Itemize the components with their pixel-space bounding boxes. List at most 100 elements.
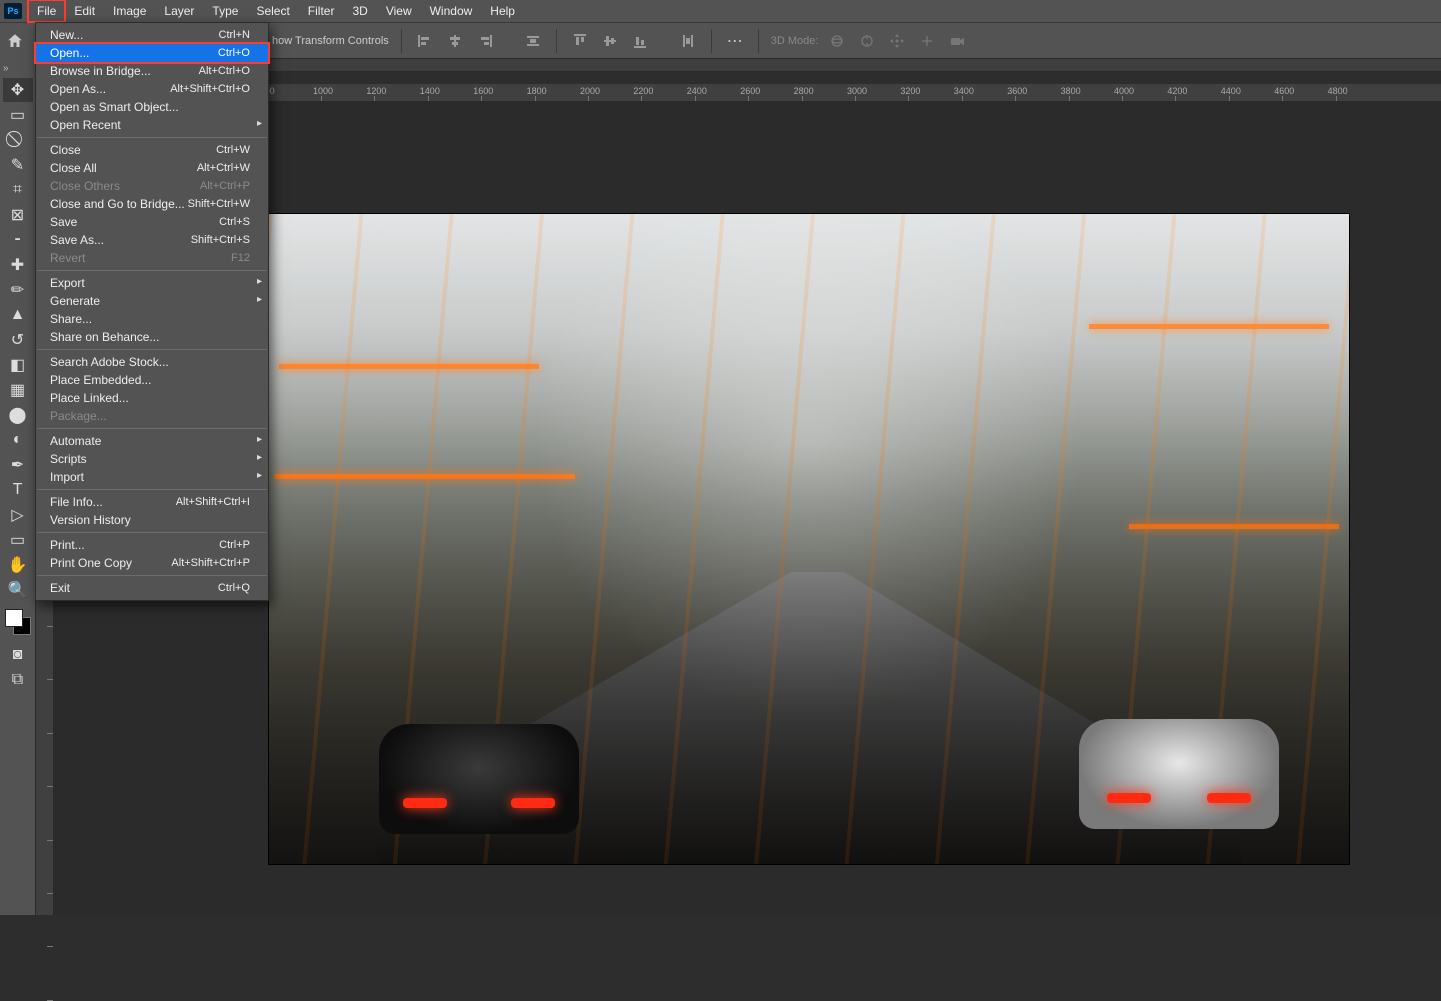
3d-orbit-icon[interactable] xyxy=(826,30,848,52)
type-tool[interactable]: T xyxy=(3,478,33,502)
menu-item-scripts[interactable]: Scripts▸ xyxy=(36,450,268,468)
menu-item-close[interactable]: CloseCtrl+W xyxy=(36,141,268,159)
menu-file[interactable]: File xyxy=(28,0,65,22)
menu-item-generate[interactable]: Generate▸ xyxy=(36,292,268,310)
menu-item-open-as-smart-object[interactable]: Open as Smart Object... xyxy=(36,98,268,116)
menu-item-print[interactable]: Print...Ctrl+P xyxy=(36,536,268,554)
shape-tool[interactable]: ▭ xyxy=(3,528,33,552)
stamp-tool[interactable]: ▲ xyxy=(3,303,33,327)
distribute-v-icon[interactable] xyxy=(677,30,699,52)
menu-item-import[interactable]: Import▸ xyxy=(36,468,268,486)
ruler-tick: 3400 xyxy=(954,86,974,96)
chevron-right-icon: ▸ xyxy=(257,118,262,129)
menu-item-open[interactable]: Open...Ctrl+O xyxy=(36,44,268,62)
menu-item-label: New... xyxy=(50,28,83,42)
quick-select-tool[interactable]: ✎ xyxy=(3,153,33,177)
path-select-tool[interactable]: ▷ xyxy=(3,503,33,527)
menu-item-exit[interactable]: ExitCtrl+Q xyxy=(36,579,268,597)
eyedropper-tool[interactable]: ⁃ xyxy=(3,228,33,252)
menu-filter[interactable]: Filter xyxy=(299,0,344,22)
home-icon[interactable] xyxy=(6,32,24,50)
menu-item-place-embedded[interactable]: Place Embedded... xyxy=(36,371,268,389)
distribute-icon[interactable] xyxy=(522,30,544,52)
menu-item-label: Package... xyxy=(50,409,107,423)
menu-item-open-recent[interactable]: Open Recent▸ xyxy=(36,116,268,134)
color-swatch[interactable] xyxy=(5,609,31,635)
menu-item-label: Import xyxy=(50,470,84,484)
menu-item-print-one-copy[interactable]: Print One CopyAlt+Shift+Ctrl+P xyxy=(36,554,268,572)
menu-shortcut: Alt+Shift+Ctrl+I xyxy=(176,496,250,508)
menu-item-export[interactable]: Export▸ xyxy=(36,274,268,292)
screenmode-tool[interactable]: ⧉ xyxy=(3,668,33,692)
dodge-tool[interactable]: ◐ xyxy=(3,428,33,452)
menu-item-save-as[interactable]: Save As...Shift+Ctrl+S xyxy=(36,231,268,249)
healing-tool[interactable]: ✚ xyxy=(3,253,33,277)
ruler-tick: 4800 xyxy=(1328,86,1348,96)
menu-window[interactable]: Window xyxy=(421,0,482,22)
chevron-right-icon: ▸ xyxy=(257,452,262,463)
menu-shortcut: Ctrl+O xyxy=(218,47,250,59)
file-dropdown-menu: New...Ctrl+NOpen...Ctrl+OBrowse in Bridg… xyxy=(35,22,269,601)
menu-item-save[interactable]: SaveCtrl+S xyxy=(36,213,268,231)
menu-3d[interactable]: 3D xyxy=(343,0,376,22)
gradient-tool[interactable]: ▦ xyxy=(3,378,33,402)
3d-slide-icon[interactable] xyxy=(916,30,938,52)
3d-roll-icon[interactable] xyxy=(856,30,878,52)
marquee-tool[interactable]: ▭ xyxy=(3,103,33,127)
menu-help[interactable]: Help xyxy=(481,0,524,22)
menu-item-search-adobe-stock[interactable]: Search Adobe Stock... xyxy=(36,353,268,371)
document-image[interactable] xyxy=(269,214,1349,864)
foreground-color[interactable] xyxy=(5,609,23,627)
3d-camera-icon[interactable] xyxy=(946,30,968,52)
hand-tool[interactable]: ✋ xyxy=(3,553,33,577)
crop-tool[interactable]: ⌗ xyxy=(3,178,33,202)
menu-shortcut: Shift+Ctrl+S xyxy=(191,234,250,246)
brush-tool[interactable]: ✏ xyxy=(3,278,33,302)
menu-item-close-and-go-to-bridge[interactable]: Close and Go to Bridge...Shift+Ctrl+W xyxy=(36,195,268,213)
menu-item-label: Open As... xyxy=(50,82,106,96)
align-right-icon[interactable] xyxy=(474,30,496,52)
ruler-tick: 2800 xyxy=(794,86,814,96)
menu-item-browse-in-bridge[interactable]: Browse in Bridge...Alt+Ctrl+O xyxy=(36,62,268,80)
menu-separator xyxy=(37,489,267,490)
chevron-right-icon: ▸ xyxy=(257,294,262,305)
3d-pan-icon[interactable] xyxy=(886,30,908,52)
ruler-tick: 2600 xyxy=(740,86,760,96)
menu-item-file-info[interactable]: File Info...Alt+Shift+Ctrl+I xyxy=(36,493,268,511)
align-left-icon[interactable] xyxy=(414,30,436,52)
menu-item-close-all[interactable]: Close AllAlt+Ctrl+W xyxy=(36,159,268,177)
align-middle-icon[interactable] xyxy=(599,30,621,52)
menu-item-place-linked[interactable]: Place Linked... xyxy=(36,389,268,407)
zoom-tool[interactable]: 🔍 xyxy=(3,578,33,602)
menu-select[interactable]: Select xyxy=(247,0,298,22)
align-center-h-icon[interactable] xyxy=(444,30,466,52)
align-top-icon[interactable] xyxy=(569,30,591,52)
move-tool[interactable]: ✥ xyxy=(3,78,33,102)
eraser-tool[interactable]: ◧ xyxy=(3,353,33,377)
menu-type[interactable]: Type xyxy=(203,0,247,22)
lasso-tool[interactable]: ⃠ xyxy=(3,128,33,152)
pen-tool[interactable]: ✒ xyxy=(3,453,33,477)
menu-item-label: Export xyxy=(50,276,85,290)
menu-item-label: Version History xyxy=(50,513,131,527)
menu-view[interactable]: View xyxy=(377,0,421,22)
menu-item-close-others: Close OthersAlt+Ctrl+P xyxy=(36,177,268,195)
menu-edit[interactable]: Edit xyxy=(65,0,104,22)
menu-item-open-as[interactable]: Open As...Alt+Shift+Ctrl+O xyxy=(36,80,268,98)
menu-item-share[interactable]: Share... xyxy=(36,310,268,328)
more-options-icon[interactable]: ⋯ xyxy=(724,30,746,52)
frame-tool[interactable]: ⊠ xyxy=(3,203,33,227)
align-bottom-icon[interactable] xyxy=(629,30,651,52)
menu-shortcut: F12 xyxy=(231,252,250,264)
quickmask-tool[interactable]: ◙ xyxy=(3,643,33,667)
menu-item-new[interactable]: New...Ctrl+N xyxy=(36,26,268,44)
history-brush-tool[interactable]: ↺ xyxy=(3,328,33,352)
menu-item-version-history[interactable]: Version History xyxy=(36,511,268,529)
menu-item-label: Print... xyxy=(50,538,85,552)
menu-item-share-on-behance[interactable]: Share on Behance... xyxy=(36,328,268,346)
menu-image[interactable]: Image xyxy=(104,0,155,22)
menu-item-automate[interactable]: Automate▸ xyxy=(36,432,268,450)
chevron-right-icon[interactable]: » xyxy=(3,62,9,76)
blur-tool[interactable]: ⬤ xyxy=(3,403,33,427)
menu-layer[interactable]: Layer xyxy=(155,0,203,22)
